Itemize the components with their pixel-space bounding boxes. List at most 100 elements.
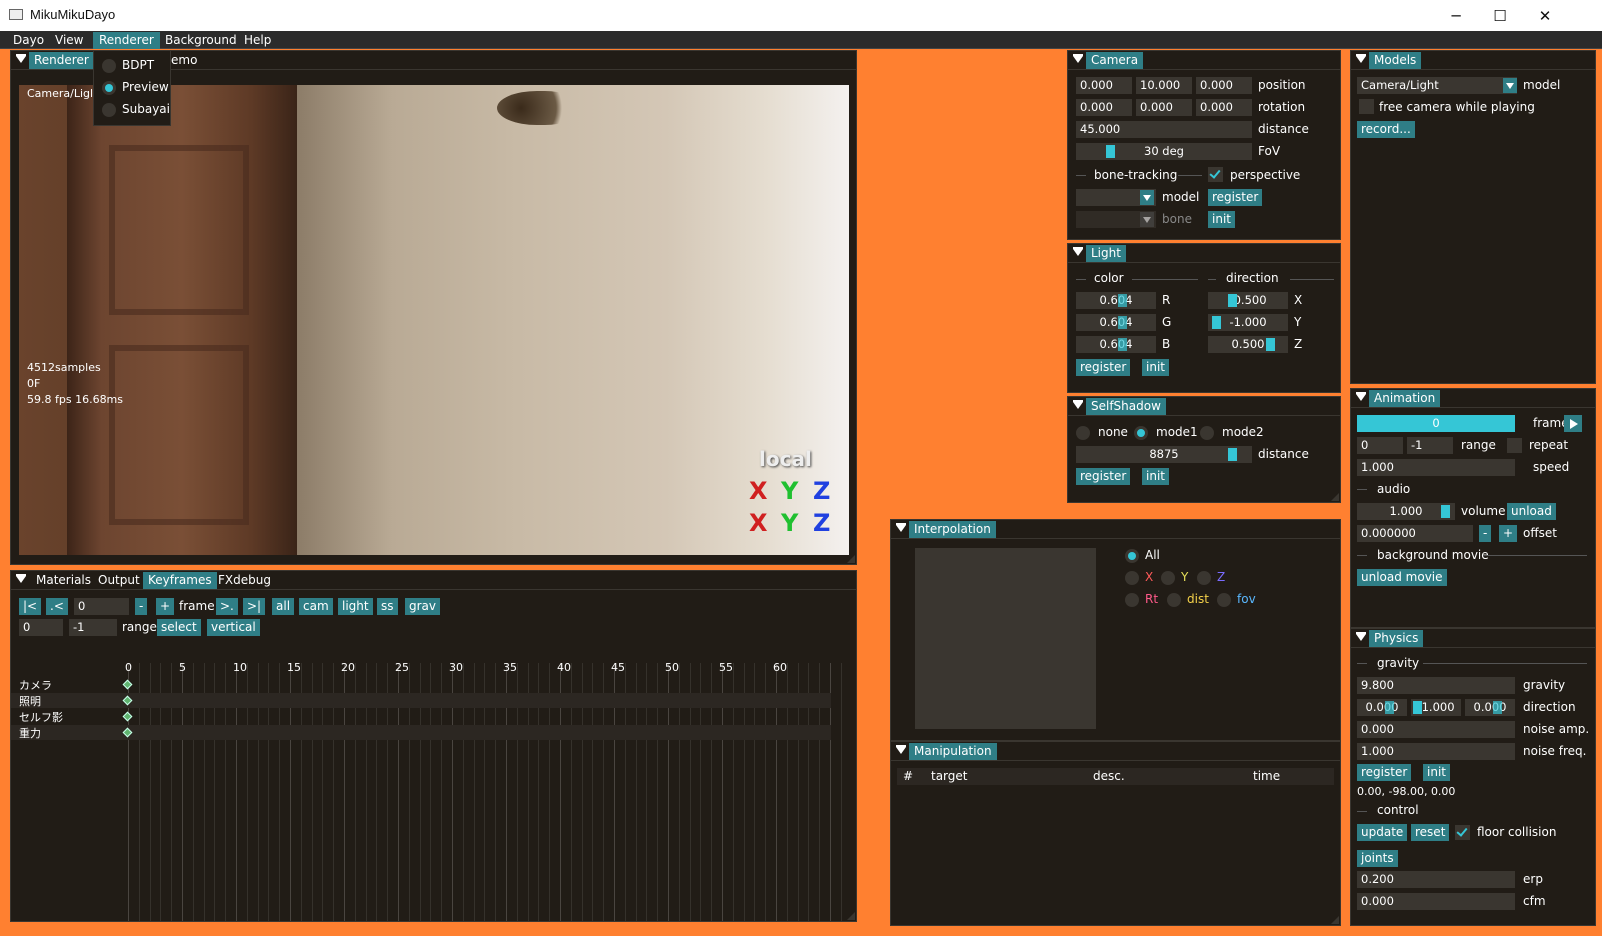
select-button[interactable]: select <box>157 619 201 636</box>
gravity-input[interactable]: 9.800 <box>1357 677 1515 694</box>
radio-shadow-mode2[interactable] <box>1200 426 1214 440</box>
gravity-dir-x-slider[interactable]: 0.000 <box>1357 699 1407 716</box>
render-viewport[interactable]: Camera/Ligl 4512samples 0F 59.8 fps 16.6… <box>19 85 849 555</box>
interpolation-curve-editor[interactable] <box>915 548 1096 729</box>
filter-ss-button[interactable]: ss <box>377 598 398 615</box>
filter-cam-button[interactable]: cam <box>299 598 333 615</box>
resize-grip[interactable] <box>1331 916 1339 924</box>
collapse-icon[interactable] <box>1356 54 1366 63</box>
color-b-slider[interactable]: 0.604 <box>1076 336 1156 353</box>
animation-frame-slider[interactable]: 0 <box>1357 415 1515 432</box>
unload-movie-button[interactable]: unload movie <box>1357 569 1447 586</box>
resize-grip[interactable] <box>847 912 855 920</box>
slider-handle[interactable] <box>1118 294 1127 307</box>
frame-plus-button[interactable]: + <box>156 598 175 615</box>
direction-y-slider[interactable]: -1.000 <box>1208 314 1288 331</box>
radio-interp-z[interactable] <box>1197 571 1211 585</box>
radio-subayai[interactable] <box>102 103 116 117</box>
timeline-track-row[interactable] <box>11 709 831 724</box>
collapse-icon[interactable] <box>1073 247 1083 256</box>
floor-collision-checkbox[interactable] <box>1455 825 1470 840</box>
tracking-model-select[interactable] <box>1076 189 1156 206</box>
position-z-input[interactable]: 0.000 <box>1196 77 1252 94</box>
slider-handle[interactable] <box>1212 316 1221 329</box>
slider-handle[interactable] <box>1413 701 1422 714</box>
radio-interp-y[interactable] <box>1161 571 1175 585</box>
menu-item-subayai[interactable]: Subayai <box>122 101 170 118</box>
gizmo-rotate[interactable]: X Y Z <box>749 509 845 543</box>
repeat-checkbox[interactable] <box>1507 438 1522 453</box>
fov-slider[interactable]: 30 deg <box>1076 143 1252 160</box>
tab-demo[interactable]: emo <box>166 52 202 69</box>
radio-shadow-mode1[interactable] <box>1134 426 1148 440</box>
radio-interp-x[interactable] <box>1125 571 1139 585</box>
shadow-init-button[interactable]: init <box>1142 468 1169 485</box>
radio-interp-rt[interactable] <box>1125 593 1139 607</box>
menu-background[interactable]: Background <box>159 32 243 49</box>
animation-range-from[interactable]: 0 <box>1357 437 1403 454</box>
timeline-track-row[interactable] <box>11 677 831 692</box>
tab-materials[interactable]: Materials <box>31 572 96 589</box>
chevron-down-icon[interactable] <box>1140 212 1154 227</box>
record-button[interactable]: record... <box>1357 121 1415 138</box>
joints-button[interactable]: joints <box>1357 850 1398 867</box>
tab-renderer[interactable]: Renderer <box>29 52 94 69</box>
slider-handle[interactable] <box>1441 505 1450 518</box>
tab-keyframes[interactable]: Keyframes <box>143 572 217 589</box>
gizmo-y-icon[interactable]: Y <box>781 477 798 505</box>
menu-help[interactable]: Help <box>238 32 277 49</box>
collapse-icon[interactable] <box>1073 54 1083 63</box>
animation-range-to[interactable]: -1 <box>1407 437 1453 454</box>
resize-grip[interactable] <box>847 555 855 563</box>
vertical-button[interactable]: vertical <box>207 619 260 636</box>
fov-slider-handle[interactable] <box>1106 145 1115 158</box>
timeline-track-row[interactable] <box>11 693 831 708</box>
chevron-down-icon[interactable] <box>1140 190 1154 205</box>
slider-handle[interactable] <box>1385 701 1394 714</box>
timeline-track-row[interactable] <box>11 725 831 740</box>
gizmo-rz-icon[interactable]: Z <box>813 509 830 537</box>
play-button[interactable] <box>1564 415 1582 432</box>
direction-z-slider[interactable]: 0.500 <box>1208 336 1288 353</box>
cfm-input[interactable]: 0.000 <box>1357 893 1515 910</box>
collapse-icon[interactable] <box>1356 392 1366 401</box>
collapse-icon[interactable] <box>1356 632 1366 641</box>
minimize-button[interactable]: ─ <box>1433 0 1479 31</box>
filter-light-button[interactable]: light <box>338 598 373 615</box>
physics-register-button[interactable]: register <box>1357 764 1412 781</box>
camera-register-button[interactable]: register <box>1208 189 1263 206</box>
gizmo-x-icon[interactable]: X <box>749 477 768 505</box>
physics-reset-button[interactable]: reset <box>1411 824 1450 841</box>
physics-init-button[interactable]: init <box>1423 764 1450 781</box>
collapse-icon[interactable] <box>16 574 26 583</box>
speed-input[interactable]: 1.000 <box>1357 459 1515 476</box>
radio-bdpt[interactable] <box>102 59 116 73</box>
gizmo-rx-icon[interactable]: X <box>749 509 768 537</box>
erp-input[interactable]: 0.200 <box>1357 871 1515 888</box>
physics-update-button[interactable]: update <box>1357 824 1408 841</box>
camera-init-button[interactable]: init <box>1208 211 1235 228</box>
light-init-button[interactable]: init <box>1142 359 1169 376</box>
color-r-slider[interactable]: 0.604 <box>1076 292 1156 309</box>
gravity-dir-z-slider[interactable]: 0.000 <box>1465 699 1515 716</box>
keyframe-timeline[interactable]: 0 5 10 15 20 25 30 35 40 45 50 55 60 カメラ 照明 セルフ影 重力 <box>11 659 856 921</box>
gizmo-ry-icon[interactable]: Y <box>781 509 798 537</box>
direction-x-slider[interactable]: -0.500 <box>1208 292 1288 309</box>
gizmo-z-icon[interactable]: Z <box>813 477 830 505</box>
rotation-y-input[interactable]: 0.000 <box>1136 99 1192 116</box>
rotation-x-input[interactable]: 0.000 <box>1076 99 1132 116</box>
first-frame-button[interactable]: |< <box>19 598 42 615</box>
prev-key-button[interactable]: .< <box>46 598 68 615</box>
radio-interp-fov[interactable] <box>1217 593 1231 607</box>
distance-input[interactable]: 45.000 <box>1076 121 1252 138</box>
resize-grip[interactable] <box>1331 493 1339 501</box>
color-g-slider[interactable]: 0.604 <box>1076 314 1156 331</box>
last-frame-button[interactable]: >| <box>243 598 266 615</box>
radio-preview[interactable] <box>102 81 116 95</box>
filter-all-button[interactable]: all <box>272 598 295 615</box>
frame-input[interactable]: 0 <box>74 598 129 615</box>
tracking-bone-select[interactable] <box>1076 211 1156 228</box>
slider-handle[interactable] <box>1228 448 1237 461</box>
light-register-button[interactable]: register <box>1076 359 1131 376</box>
maximize-button[interactable]: ☐ <box>1477 0 1523 31</box>
